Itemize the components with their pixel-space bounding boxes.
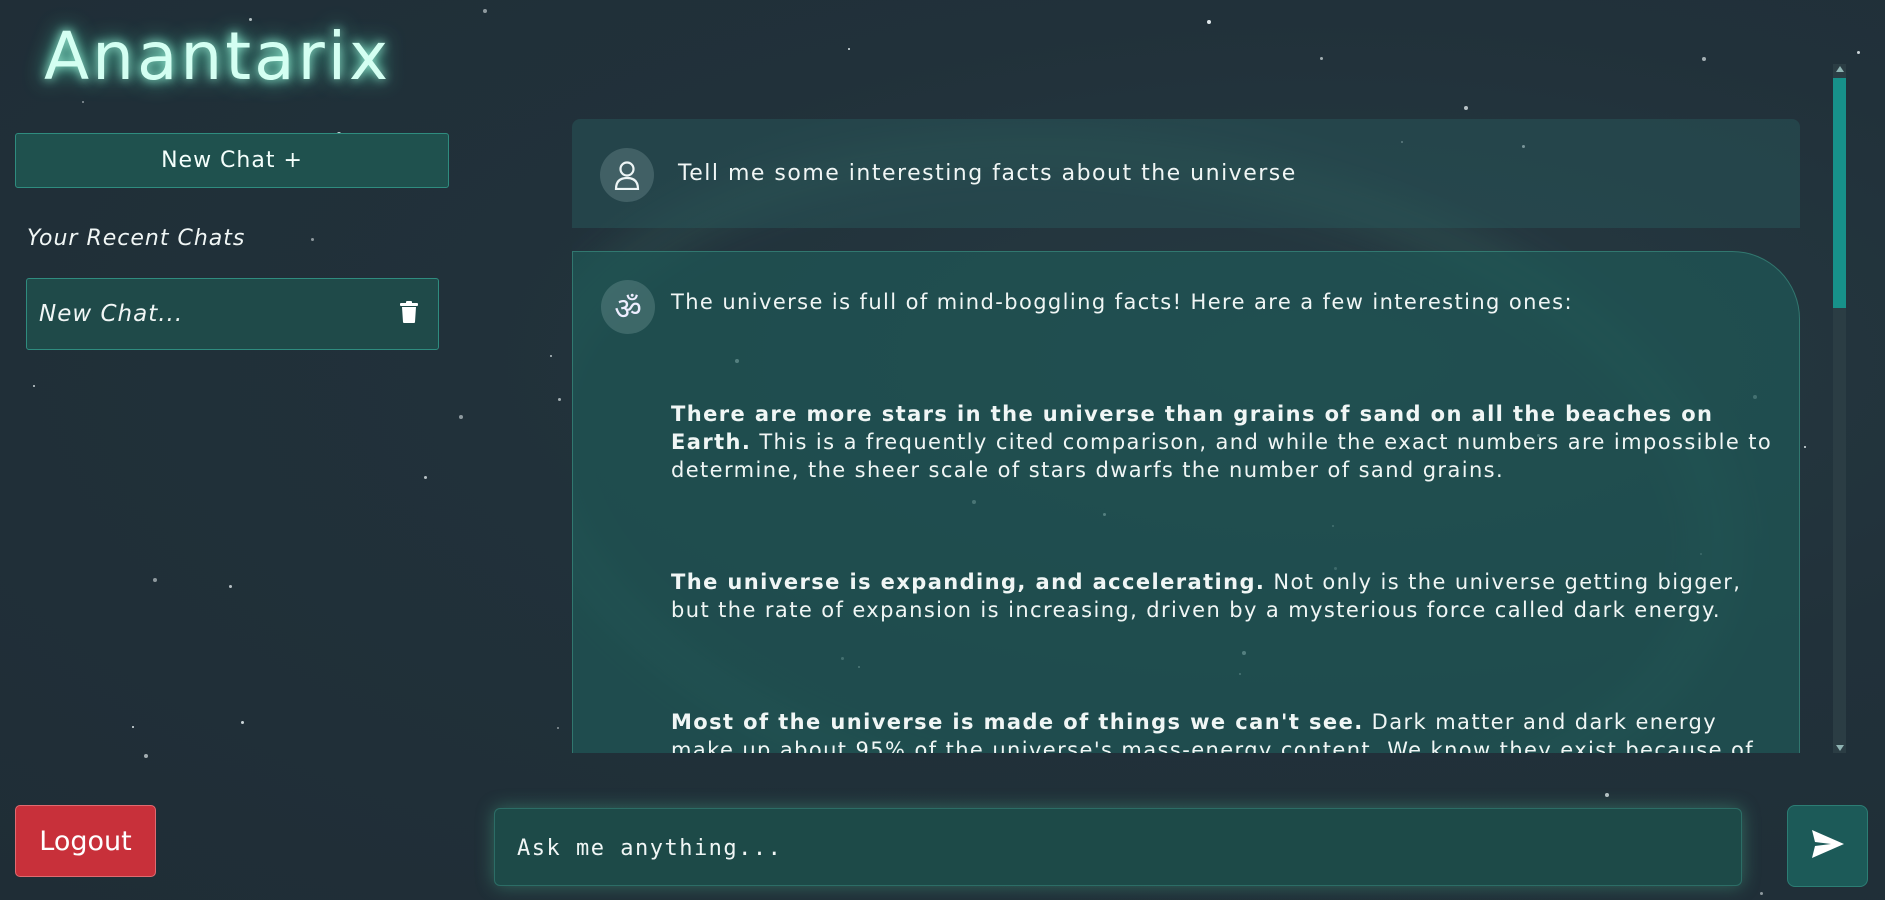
recent-chat-label: New Chat... [39,301,184,327]
trash-icon[interactable] [400,301,418,327]
fact-text: This is a frequently cited comparison, a… [671,430,1773,482]
user-message: Tell me some interesting facts about the… [572,119,1800,228]
fact-title: Most of the universe is made of things w… [671,710,1364,734]
user-message-text: Tell me some interesting facts about the… [678,161,1297,186]
fact-title: The universe is expanding, and accelerat… [671,570,1266,594]
recent-chats-heading: Your Recent Chats [27,226,246,251]
scroll-up-icon[interactable] [1836,66,1844,72]
recent-chat-item[interactable]: New Chat... [26,278,439,350]
app-logo: Anantarix [44,18,392,95]
fact-item: There are more stars in the universe tha… [671,400,1781,484]
chat-input-container [494,808,1742,887]
fact-item: The universe is expanding, and accelerat… [671,568,1781,624]
chat-scrollbar[interactable] [1833,64,1846,753]
fact-item: Most of the universe is made of things w… [671,708,1781,753]
new-chat-button[interactable]: New Chat + [15,133,449,188]
chat-input[interactable] [515,809,1719,887]
scroll-down-icon[interactable] [1836,745,1844,751]
logout-button[interactable]: Logout [15,805,156,877]
send-icon [1811,829,1845,863]
scroll-thumb[interactable] [1833,78,1846,308]
om-symbol-icon: ॐ [601,280,655,334]
send-button[interactable] [1787,805,1868,887]
bot-message: ॐ The universe is full of mind-boggling … [572,251,1800,753]
bot-intro-text: The universe is full of mind-boggling fa… [671,290,1573,314]
chat-thread: Tell me some interesting facts about the… [572,119,1800,753]
user-icon [600,148,654,202]
